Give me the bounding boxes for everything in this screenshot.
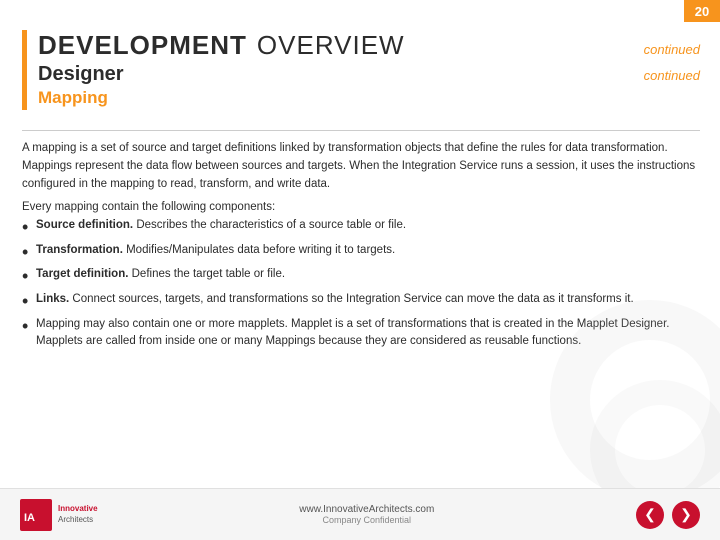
footer-logo: IA Innovative Architects — [20, 499, 98, 531]
bullet-text: Source definition. Describes the charact… — [36, 217, 700, 235]
bullet-dot: • — [22, 316, 36, 338]
bullet-term: Source definition. — [36, 219, 133, 231]
bullet-term: Transformation. — [36, 244, 123, 256]
designer-subtitle: Designer — [38, 63, 124, 86]
subtitle-row: Designer continued — [38, 63, 700, 86]
page-container: 20 DEVELOPMENT OVERVIEW continued Design… — [0, 0, 720, 540]
list-item: • Target definition. Defines the target … — [22, 266, 700, 288]
intro-paragraph: A mapping is a set of source and target … — [22, 140, 700, 193]
footer: IA Innovative Architects www.InnovativeA… — [0, 488, 720, 540]
bullet-detail: Describes the characteristics of a sourc… — [133, 219, 406, 231]
mapping-section-title: Mapping — [38, 88, 700, 108]
bullet-dot: • — [22, 217, 36, 239]
bullet-detail: Mapping may also contain one or more map… — [36, 318, 669, 348]
continued-top-label: continued — [644, 42, 700, 57]
header-area: DEVELOPMENT OVERVIEW continued Designer … — [38, 30, 700, 108]
components-label: Every mapping contain the following comp… — [22, 199, 700, 217]
overview-title: OVERVIEW — [257, 30, 405, 61]
page-number: 20 — [684, 0, 720, 22]
bullet-detail: Modifies/Manipulates data before writing… — [123, 244, 395, 256]
bullet-dot: • — [22, 291, 36, 313]
next-button[interactable]: ❯ — [672, 501, 700, 529]
list-item: • Links. Connect sources, targets, and t… — [22, 291, 700, 313]
continued-bottom-label: continued — [644, 68, 700, 83]
development-title: DEVELOPMENT — [38, 30, 247, 61]
header-divider — [22, 130, 700, 131]
list-item: • Source definition. Describes the chara… — [22, 217, 700, 239]
bullet-term: Target definition. — [36, 268, 128, 280]
footer-url: www.InnovativeArchitects.com — [299, 504, 434, 515]
title-left: DEVELOPMENT OVERVIEW — [38, 30, 405, 61]
logo-text: Innovative Architects — [58, 504, 98, 525]
bullet-list: • Source definition. Describes the chara… — [22, 217, 700, 351]
footer-confidential: Company Confidential — [299, 515, 434, 525]
main-content: A mapping is a set of source and target … — [22, 140, 700, 485]
bullet-text: Mapping may also contain one or more map… — [36, 316, 700, 352]
list-item: • Transformation. Modifies/Manipulates d… — [22, 242, 700, 264]
left-accent-bar — [22, 30, 27, 110]
bullet-text: Transformation. Modifies/Manipulates dat… — [36, 242, 700, 260]
bullet-dot: • — [22, 242, 36, 264]
bullet-text: Links. Connect sources, targets, and tra… — [36, 291, 700, 309]
footer-navigation: ❮ ❯ — [636, 501, 700, 529]
footer-center: www.InnovativeArchitects.com Company Con… — [299, 504, 434, 525]
svg-text:IA: IA — [24, 512, 35, 524]
bullet-detail: Connect sources, targets, and transforma… — [69, 293, 633, 305]
bullet-term: Links. — [36, 293, 69, 305]
bullet-dot: • — [22, 266, 36, 288]
bullet-detail: Defines the target table or file. — [128, 268, 285, 280]
title-row: DEVELOPMENT OVERVIEW continued — [38, 30, 700, 61]
prev-button[interactable]: ❮ — [636, 501, 664, 529]
intro-text: A mapping is a set of source and target … — [22, 142, 695, 190]
bullet-text: Target definition. Defines the target ta… — [36, 266, 700, 284]
company-logo-icon: IA — [20, 499, 52, 531]
list-item: • Mapping may also contain one or more m… — [22, 316, 700, 352]
